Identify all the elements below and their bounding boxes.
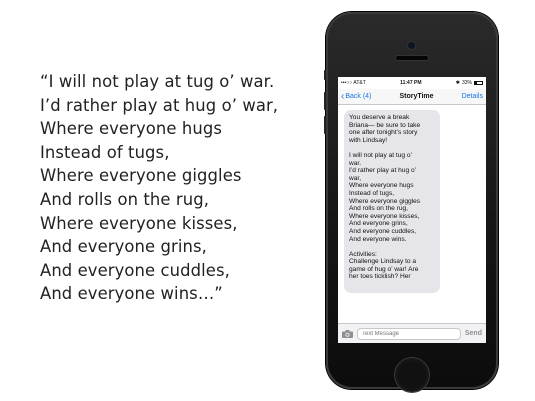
nav-title: StoryTime xyxy=(399,93,434,100)
back-button[interactable]: ‹ Back (4) xyxy=(341,90,372,102)
message-line: Activities: xyxy=(349,250,377,258)
home-button[interactable] xyxy=(395,358,429,392)
poem-line: Where everyone giggles xyxy=(40,166,242,186)
message-line: I’d rather play at hug o’ xyxy=(349,167,417,175)
message-line: And everyone cuddles, xyxy=(349,227,417,235)
back-label: Back (4) xyxy=(345,93,372,100)
poem-text: “I will not play at tug o’ war. I’d rath… xyxy=(40,70,310,306)
poem-line: Where everyone hugs xyxy=(40,119,222,139)
message-line: You deserve a break xyxy=(349,114,410,121)
message-line: Where everyone kisses, xyxy=(349,212,420,220)
status-time: 11:47 PM xyxy=(400,80,422,86)
camera-icon[interactable] xyxy=(342,329,353,338)
message-poem: I will not play at tug o’ war. I’d rathe… xyxy=(349,152,435,243)
send-button[interactable]: Send xyxy=(465,330,482,337)
carrier-label: •••○○ AT&T xyxy=(341,80,366,86)
volume-up-button xyxy=(324,92,326,110)
details-button[interactable]: Details xyxy=(462,93,483,100)
status-bar: •••○○ AT&T 11:47 PM ✱ 33% xyxy=(338,77,486,89)
bluetooth-icon: ✱ xyxy=(455,80,460,86)
message-line: Where everyone giggles xyxy=(349,197,421,205)
message-line: Briana— be sure to take xyxy=(349,121,421,129)
phone-screen: •••○○ AT&T 11:47 PM ✱ 33% ‹ Back (4) Sto… xyxy=(338,77,486,343)
message-line: Challenge Lindsay to a xyxy=(349,258,417,266)
message-line: And everyone wins. xyxy=(349,235,407,243)
chevron-left-icon: ‹ xyxy=(341,90,345,102)
poem-line: “I will not play at tug o’ war. xyxy=(40,72,275,91)
message-line: with Lindsay! xyxy=(349,136,388,144)
message-activities: Activities: Challenge Lindsay to a game … xyxy=(349,251,435,281)
compose-bar: Send xyxy=(338,323,486,343)
message-input[interactable] xyxy=(357,327,461,340)
volume-down-button xyxy=(324,116,326,134)
poem-line: And everyone wins…” xyxy=(40,284,223,304)
front-camera xyxy=(408,42,415,49)
message-line: her toes ticklish? Her xyxy=(349,273,411,281)
poem-line: And everyone grins, xyxy=(40,237,207,257)
message-thread[interactable]: You deserve a break Briana— be sure to t… xyxy=(338,106,486,323)
poem-line: And everyone cuddles, xyxy=(40,260,230,280)
message-line: war. xyxy=(349,159,362,167)
mute-switch xyxy=(324,70,326,80)
status-right: ✱ 33% xyxy=(456,80,483,86)
message-line: And everyone grins, xyxy=(349,220,408,228)
phone-frame: •••○○ AT&T 11:47 PM ✱ 33% ‹ Back (4) Sto… xyxy=(324,12,498,392)
nav-bar: ‹ Back (4) StoryTime Details xyxy=(338,89,486,105)
poem-line: Instead of tugs, xyxy=(40,142,170,162)
message-bubble: You deserve a break Briana— be sure to t… xyxy=(344,110,440,293)
message-line: war, xyxy=(349,174,362,182)
earpiece-speaker xyxy=(396,56,428,60)
message-intro: You deserve a break Briana— be sure to t… xyxy=(349,114,435,144)
message-line: one after tonight’s story xyxy=(349,129,418,137)
poem-line: And rolls on the rug, xyxy=(40,189,210,209)
message-line: And rolls on the rug, xyxy=(349,205,409,213)
poem-line: Where everyone kisses, xyxy=(40,213,238,233)
message-line: Instead of tugs, xyxy=(349,189,395,197)
poem-line: I’d rather play at hug o’ war, xyxy=(40,95,279,115)
battery-percent: 33% xyxy=(461,80,472,86)
message-line: game of hug o’ war! Are xyxy=(349,265,419,273)
message-line: Where everyone hugs xyxy=(349,182,414,190)
battery-icon xyxy=(474,81,483,85)
message-line: I will not play at tug o’ xyxy=(349,151,413,159)
